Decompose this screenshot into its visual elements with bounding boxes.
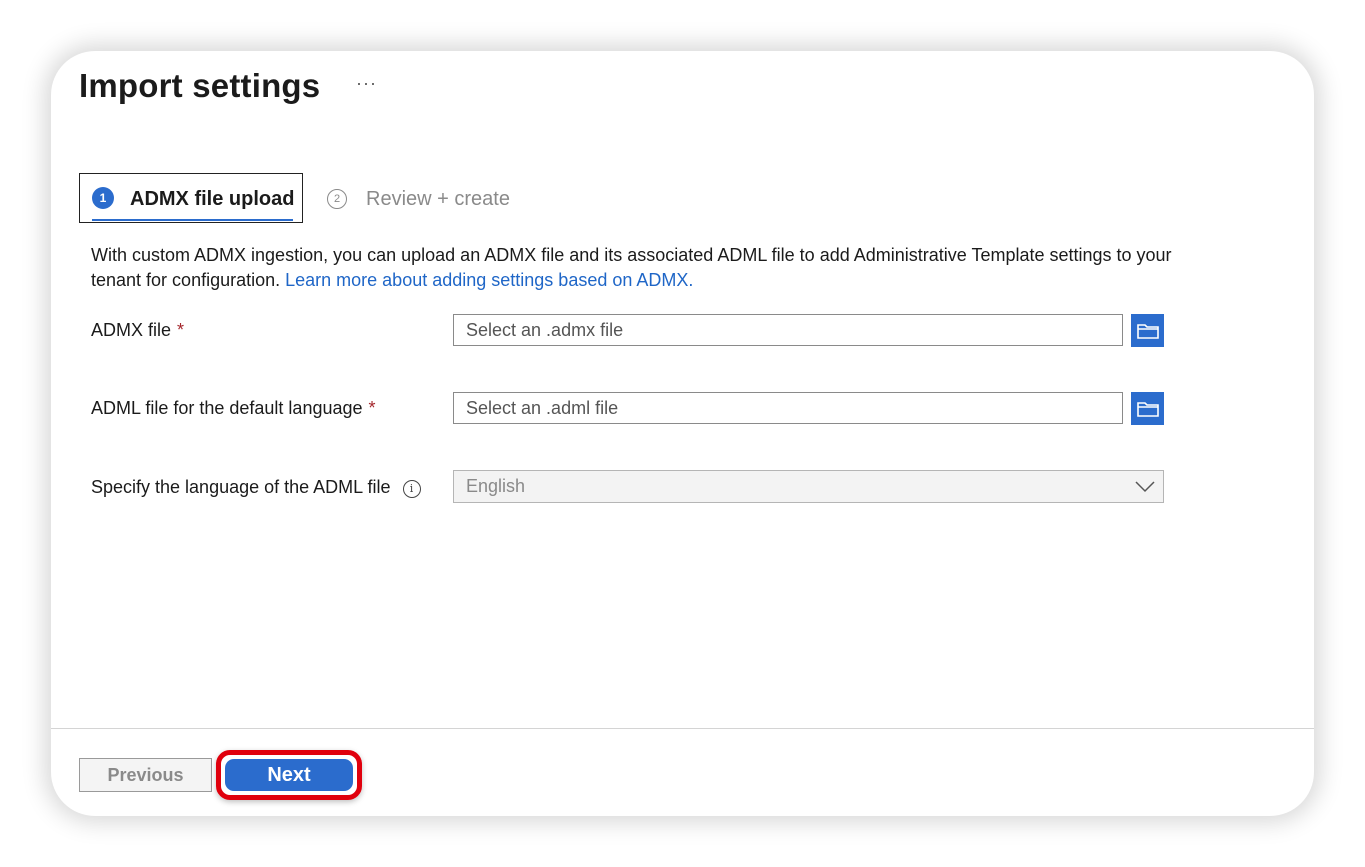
field-label-text: ADML file for the default language <box>91 398 363 418</box>
chevron-down-icon <box>1135 481 1155 493</box>
previous-button[interactable]: Previous <box>79 758 212 792</box>
admx-file-label: ADMX file * <box>91 320 184 341</box>
info-icon[interactable]: i <box>402 480 421 498</box>
dropdown-selected-value: English <box>466 476 526 496</box>
field-label-text: ADMX file <box>91 320 172 340</box>
field-label-text: Specify the language of the ADML file <box>91 477 391 497</box>
more-icon[interactable]: ··· <box>356 73 377 94</box>
tab-admx-file-upload[interactable]: 1 ADMX file upload <box>79 173 303 223</box>
tab-label: ADMX file upload <box>130 188 295 210</box>
active-tab-indicator <box>92 219 293 221</box>
footer-divider <box>51 728 1314 729</box>
learn-more-link[interactable]: Learn more about adding settings based o… <box>285 270 693 290</box>
adml-browse-button[interactable] <box>1131 392 1164 425</box>
adml-file-input[interactable]: Select an .adml file <box>453 392 1123 424</box>
page-title: Import settings <box>79 67 321 104</box>
import-settings-panel: Import settings ··· 1 ADMX file upload 2… <box>51 51 1314 816</box>
tab-label: Review + create <box>366 188 510 210</box>
required-mark: * <box>177 320 185 340</box>
folder-icon <box>1137 402 1159 417</box>
folder-icon <box>1137 324 1159 339</box>
step-number-1: 1 <box>92 187 114 209</box>
language-dropdown[interactable]: English <box>453 470 1164 503</box>
admx-file-input[interactable]: Select an .admx file <box>453 314 1123 346</box>
description: With custom ADMX ingestion, you can uplo… <box>91 243 1191 293</box>
admx-browse-button[interactable] <box>1131 314 1164 347</box>
adml-file-label: ADML file for the default language * <box>91 398 376 419</box>
language-label: Specify the language of the ADML file i <box>91 477 421 498</box>
next-button[interactable]: Next <box>225 759 353 791</box>
step-number-2: 2 <box>327 189 347 209</box>
required-mark: * <box>368 398 376 418</box>
